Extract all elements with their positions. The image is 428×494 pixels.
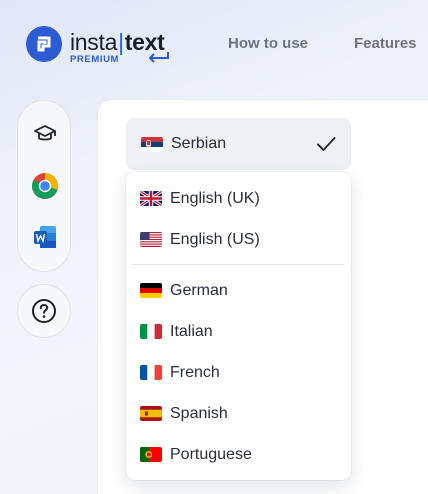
chrome-extension-button[interactable]	[30, 171, 60, 201]
us-flag-icon	[140, 232, 162, 247]
option-label: Italian	[170, 322, 213, 340]
option-label: French	[170, 363, 220, 381]
option-label: English (UK)	[170, 189, 260, 207]
chrome-icon	[32, 172, 58, 199]
help-button[interactable]	[17, 284, 71, 338]
option-label: English (US)	[170, 230, 260, 248]
language-select[interactable]: Serbian	[126, 118, 351, 170]
italy-flag-icon	[140, 324, 162, 339]
graduation-cap-icon	[34, 125, 56, 141]
language-option-italian[interactable]: Italian	[126, 311, 351, 352]
word-icon	[34, 226, 56, 248]
question-circle-icon	[32, 299, 56, 323]
language-option-german[interactable]: German	[126, 270, 351, 311]
spain-flag-icon	[140, 406, 162, 421]
logo-mark-icon	[26, 26, 62, 62]
app-logo[interactable]: insta|text PREMIUM	[26, 26, 169, 66]
serbia-flag-icon	[141, 136, 163, 152]
language-option-portuguese[interactable]: Portuguese	[126, 434, 351, 475]
language-option-english-us[interactable]: English (US)	[126, 219, 351, 260]
nav-features[interactable]: Features	[354, 35, 417, 52]
integrations-rail	[17, 100, 71, 272]
word-addin-button[interactable]	[30, 222, 60, 252]
language-option-english-uk[interactable]: English (UK)	[126, 178, 351, 219]
france-flag-icon	[140, 365, 162, 380]
option-label: Spanish	[170, 404, 228, 422]
premium-badge: PREMIUM	[70, 54, 120, 65]
language-option-spanish[interactable]: Spanish	[126, 393, 351, 434]
logo-arrow-icon	[148, 52, 169, 63]
option-label: Portuguese	[170, 445, 252, 463]
academy-button[interactable]	[30, 119, 60, 149]
germany-flag-icon	[140, 283, 162, 298]
portugal-flag-icon	[140, 447, 162, 462]
language-option-french[interactable]: French	[126, 352, 351, 393]
checkmark-icon	[317, 137, 336, 151]
option-label: German	[170, 281, 228, 299]
nav-how-to-use[interactable]: How to use	[228, 35, 308, 52]
selected-language-label: Serbian	[171, 135, 227, 152]
language-dropdown: English (UK) English (US) German Italian…	[126, 172, 351, 480]
uk-flag-icon	[140, 191, 162, 206]
dropdown-divider	[132, 264, 345, 265]
